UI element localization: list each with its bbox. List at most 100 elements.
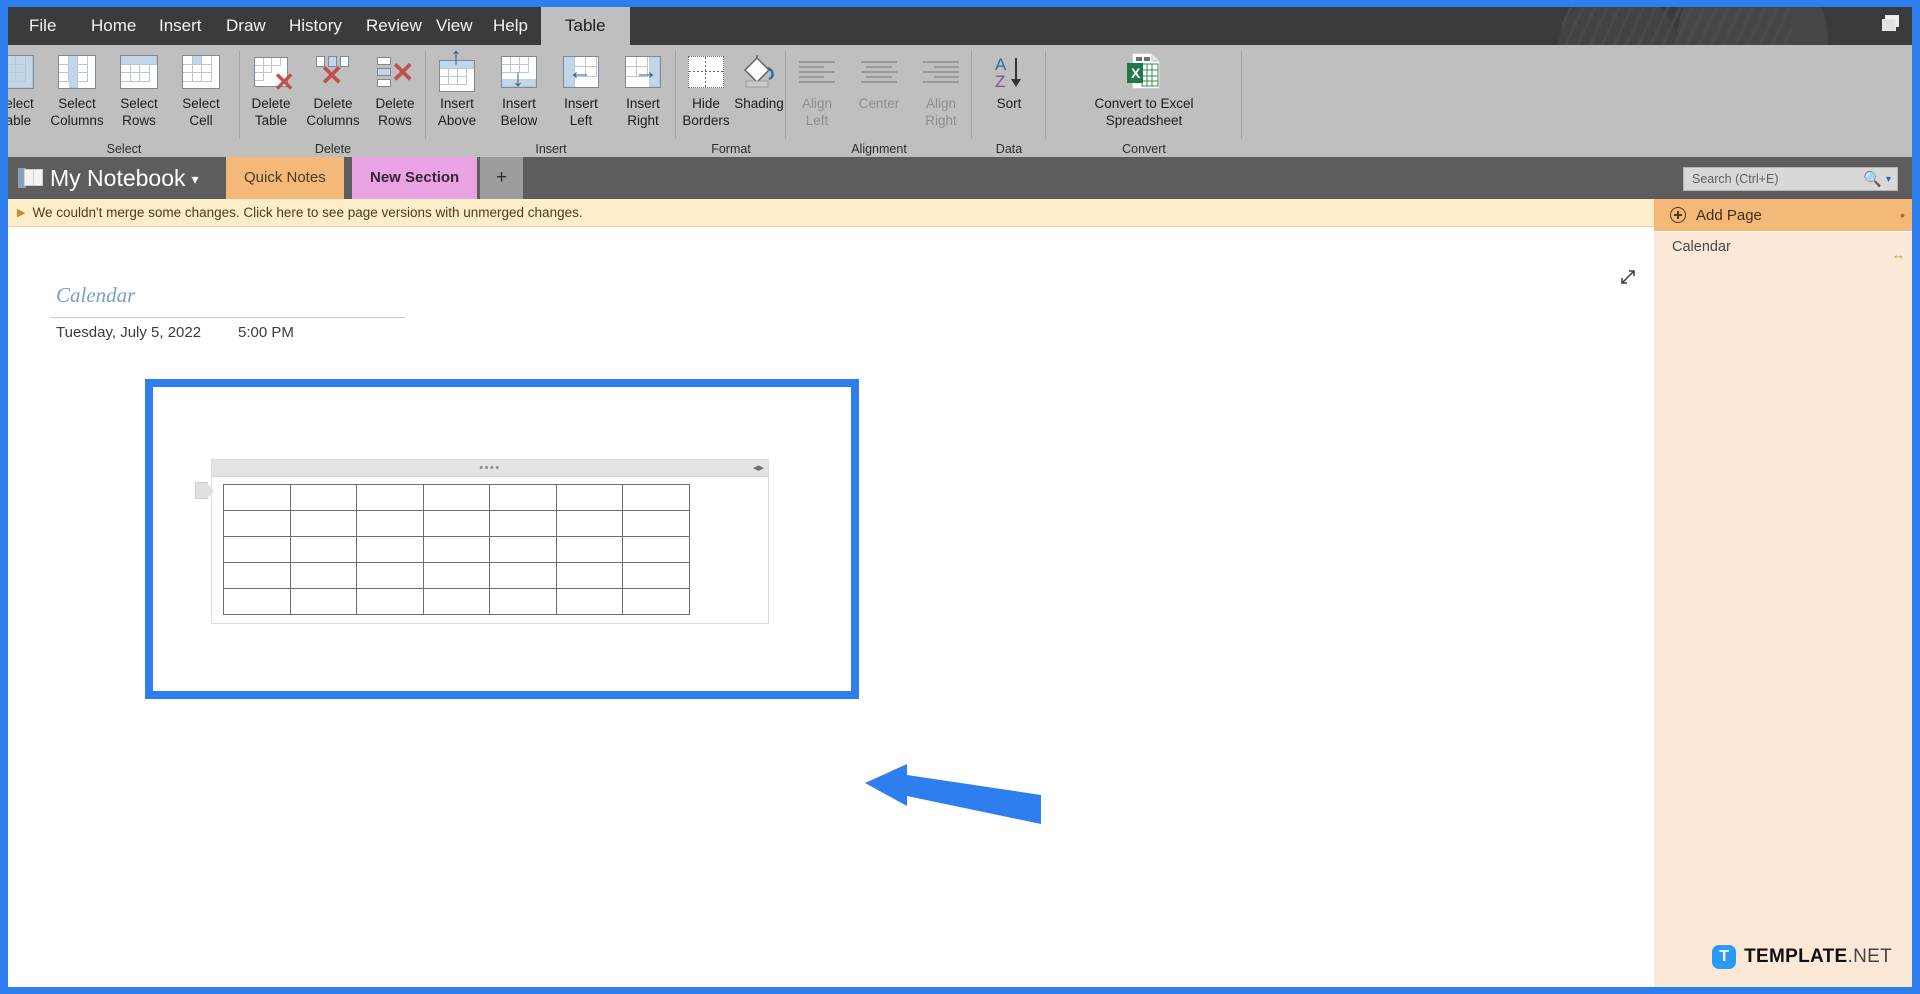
shading-button[interactable]: Shading ⱟ xyxy=(730,49,788,131)
tab-insert[interactable]: Insert xyxy=(146,7,215,45)
table-cell[interactable] xyxy=(490,537,557,563)
table-cell[interactable] xyxy=(224,485,291,511)
table-cell[interactable] xyxy=(224,589,291,615)
align-center-button[interactable]: Center xyxy=(848,49,910,131)
table-cell[interactable] xyxy=(556,511,623,537)
table-cell[interactable] xyxy=(556,537,623,563)
tab-file[interactable]: File xyxy=(16,7,69,45)
select-table-button[interactable]: Select Table xyxy=(8,49,46,131)
search-box[interactable]: Search (Ctrl+E) 🔍 ▾ xyxy=(1683,167,1898,191)
section-tab-quick-notes[interactable]: Quick Notes xyxy=(226,157,344,199)
table-resize-grip-icon[interactable]: ◂▸ xyxy=(753,461,764,474)
tab-view[interactable]: View xyxy=(423,7,486,45)
insert-above-button[interactable]: ↑ Insert Above xyxy=(426,49,488,131)
table-cell[interactable] xyxy=(490,511,557,537)
notebook-title-dropdown[interactable]: My Notebook ▾ xyxy=(50,157,199,199)
table-cell[interactable] xyxy=(224,537,291,563)
insert-right-button[interactable]: → Insert Right xyxy=(612,49,674,131)
table-cell[interactable] xyxy=(290,589,357,615)
table-cell[interactable] xyxy=(357,485,424,511)
select-rows-button[interactable]: Select Rows xyxy=(108,49,170,131)
table-cell[interactable] xyxy=(290,485,357,511)
sort-button[interactable]: A Z Sort ⱟ xyxy=(978,49,1040,131)
page-list-item-calendar[interactable]: Calendar ↔ xyxy=(1654,231,1912,261)
table-cell[interactable] xyxy=(357,563,424,589)
select-columns-button[interactable]: Select Columns xyxy=(46,49,108,131)
insert-right-label-2: Right xyxy=(612,112,674,129)
insert-left-button[interactable]: ← Insert Left xyxy=(550,49,612,131)
tab-help[interactable]: Help xyxy=(480,7,541,45)
table-cell[interactable] xyxy=(290,563,357,589)
table-cell[interactable] xyxy=(490,563,557,589)
table-cell[interactable] xyxy=(556,485,623,511)
table-cell[interactable] xyxy=(224,511,291,537)
table-cell[interactable] xyxy=(357,511,424,537)
section-tab-new-section[interactable]: New Section xyxy=(352,157,477,199)
table-row[interactable] xyxy=(224,511,690,537)
tab-table[interactable]: Table xyxy=(541,7,630,45)
table-cell[interactable] xyxy=(290,537,357,563)
add-page-menu-dot[interactable]: • xyxy=(1900,207,1905,223)
delete-rows-label-2: Rows xyxy=(364,112,426,129)
expand-page-icon[interactable] xyxy=(1618,267,1638,287)
insert-below-button[interactable]: ↓ Insert Below xyxy=(488,49,550,131)
align-right-label-1: Align xyxy=(910,95,972,112)
table-cell[interactable] xyxy=(290,511,357,537)
expand-notice-icon[interactable]: ▶ xyxy=(8,206,32,219)
tab-home[interactable]: Home xyxy=(78,7,149,45)
page-time[interactable]: 5:00 PM xyxy=(238,324,294,341)
table-cell[interactable] xyxy=(623,511,690,537)
table-cell[interactable] xyxy=(423,485,490,511)
search-icon[interactable]: 🔍 xyxy=(1863,170,1886,188)
table-cell[interactable] xyxy=(490,485,557,511)
align-right-button[interactable]: Align Right xyxy=(910,49,972,131)
add-section-button[interactable]: + xyxy=(480,157,523,199)
convert-to-excel-button[interactable]: X Convert to Excel Spreadsheet xyxy=(1060,49,1228,131)
row-selection-handle-icon[interactable] xyxy=(195,482,208,499)
delete-columns-button[interactable]: ✕ Delete Columns xyxy=(302,49,364,131)
tab-draw[interactable]: Draw xyxy=(213,7,279,45)
merge-notice-bar[interactable]: ▶ We couldn't merge some changes. Click … xyxy=(8,199,1654,227)
ribbon-group-label-insert: Insert xyxy=(426,142,676,156)
table-cell[interactable] xyxy=(623,485,690,511)
table-cell[interactable] xyxy=(423,537,490,563)
table-cell[interactable] xyxy=(623,589,690,615)
search-input[interactable]: Search (Ctrl+E) xyxy=(1684,172,1863,186)
shading-caret-icon[interactable]: ⱟ xyxy=(730,112,788,122)
table-cell[interactable] xyxy=(556,589,623,615)
page-date[interactable]: Tuesday, July 5, 2022 xyxy=(56,324,201,341)
note-container[interactable]: •••• ◂▸ xyxy=(211,459,769,624)
table-cell[interactable] xyxy=(423,589,490,615)
table-cell[interactable] xyxy=(357,589,424,615)
table-cell[interactable] xyxy=(357,537,424,563)
table-cell[interactable] xyxy=(623,563,690,589)
table-cell[interactable] xyxy=(623,537,690,563)
table-cell[interactable] xyxy=(490,589,557,615)
move-page-icon[interactable]: ↔ xyxy=(1892,240,1905,270)
ribbon-group-alignment: Align Left Center Align Right Alignment xyxy=(786,45,972,157)
table-cell[interactable] xyxy=(423,563,490,589)
table-row[interactable] xyxy=(224,485,690,511)
note-table[interactable] xyxy=(223,484,690,615)
table-row[interactable] xyxy=(224,563,690,589)
add-page-button[interactable]: Add Page • xyxy=(1654,199,1912,231)
search-dropdown-icon[interactable]: ▾ xyxy=(1886,174,1897,185)
delete-rows-button[interactable]: ✕ Delete Rows xyxy=(364,49,426,131)
delete-table-button[interactable]: ✕ Delete Table xyxy=(240,49,302,131)
hide-borders-button[interactable]: Hide Borders xyxy=(676,49,736,131)
select-cell-button[interactable]: Select Cell xyxy=(170,49,232,131)
note-canvas[interactable]: Calendar Tuesday, July 5, 2022 5:00 PM •… xyxy=(8,227,1654,987)
restore-window-icon[interactable] xyxy=(1882,15,1902,33)
table-row[interactable] xyxy=(224,589,690,615)
watermark-tld: .NET xyxy=(1848,946,1892,968)
align-left-button[interactable]: Align Left xyxy=(786,49,848,131)
table-handle-dots: •••• xyxy=(479,463,500,473)
table-cell[interactable] xyxy=(556,563,623,589)
tab-history[interactable]: History xyxy=(276,7,355,45)
page-title[interactable]: Calendar xyxy=(56,283,135,308)
table-cell[interactable] xyxy=(423,511,490,537)
sort-caret-icon[interactable]: ⱟ xyxy=(978,112,1040,122)
table-cell[interactable] xyxy=(224,563,291,589)
table-row[interactable] xyxy=(224,537,690,563)
table-move-handle[interactable]: •••• ◂▸ xyxy=(212,460,768,477)
